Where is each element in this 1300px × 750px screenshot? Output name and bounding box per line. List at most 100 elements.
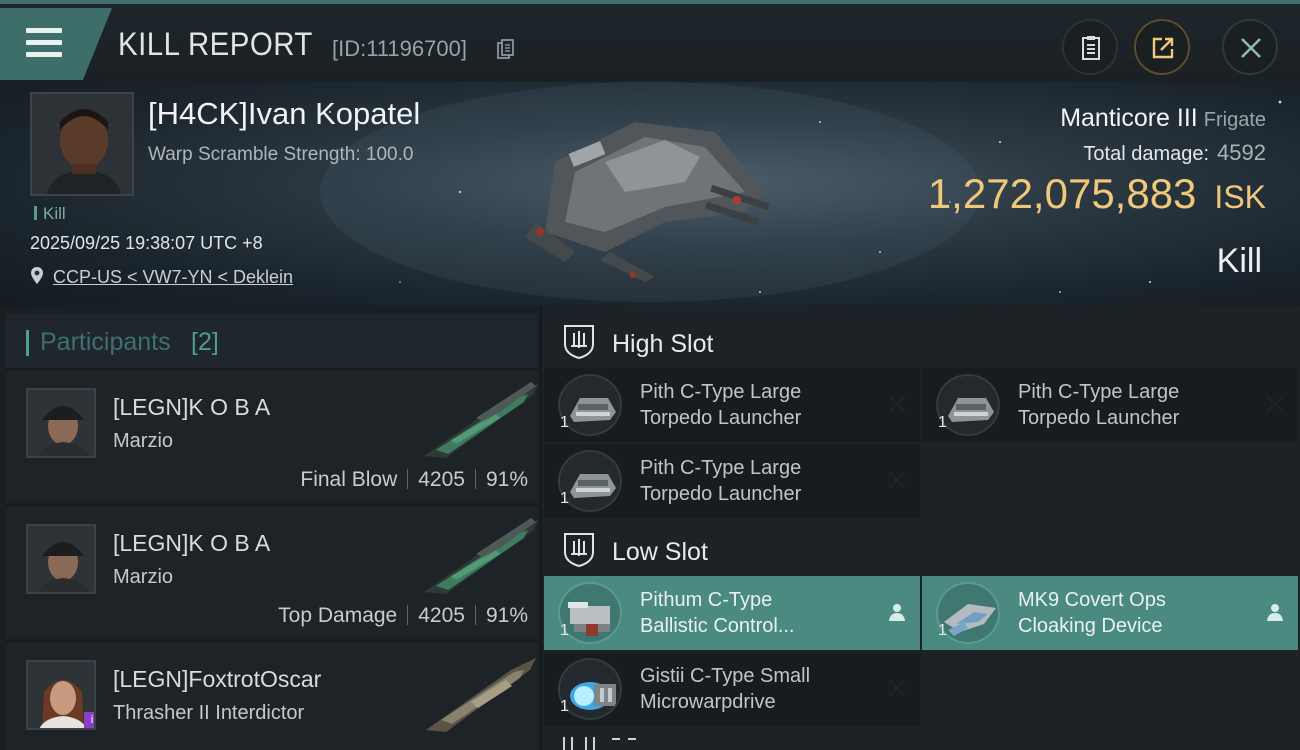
participant-ship: Thrasher II Interdictor [113, 702, 305, 724]
module-quantity: 1 [938, 414, 947, 431]
module-name: Gistii C-Type Small Microwarpdrive [640, 663, 880, 715]
notes-button[interactable] [1062, 19, 1118, 75]
share-button[interactable] [1134, 19, 1190, 75]
avatar [26, 524, 96, 594]
avatar [32, 94, 132, 194]
victim-ship-image [525, 122, 770, 282]
participant-role: Final Blow [300, 468, 398, 491]
module-name-line2: Torpedo Launcher [640, 407, 802, 429]
victim-ship-name[interactable]: Manticore III Frigate [1060, 104, 1266, 133]
low-slot-label: Low Slot [612, 538, 708, 566]
participants-panel: Participants [2] [LEGN]K O B A Marzio Fi… [0, 306, 540, 750]
participant-card[interactable]: [LEGN]K O B A Marzio Top Damage 4205 91% [6, 504, 538, 638]
divider [407, 605, 409, 625]
isk-amount: 1,272,075,883 [927, 170, 1197, 217]
module-name-line1: Pith C-Type Large [640, 381, 802, 403]
avatar: i [26, 660, 96, 730]
isk-value: 1,272,075,883 ISK [928, 170, 1266, 218]
participant-damage: 4205 [418, 604, 465, 627]
module-quantity: 1 [560, 622, 569, 639]
module-name-line2: Cloaking Device [1018, 615, 1163, 637]
divider [474, 469, 476, 489]
total-damage: Total damage: 4592 [1083, 140, 1266, 166]
module-name: Pith C-Type Large Torpedo Launcher [640, 379, 880, 431]
module-item[interactable]: 1 Pith C-Type Large Torpedo Launcher [544, 444, 920, 518]
victim-banner: [H4CK]Ivan Kopatel Warp Scramble Strengt… [0, 82, 1300, 306]
fitting-panel: High Slot 1 Pith C-Type Large Torpedo Lau… [542, 306, 1300, 750]
module-item[interactable]: 1 Pithum C-Type Ballistic Control... [544, 576, 920, 650]
divider [474, 605, 476, 625]
dropped-person-icon [1267, 604, 1283, 621]
participant-ship-image [426, 658, 536, 732]
top-bar: KILL REPORT [ID:11196700] [0, 0, 1300, 82]
destroyed-x-icon [1266, 395, 1284, 413]
destroyed-x-icon [888, 395, 906, 413]
module-name-line1: Pithum C-Type [640, 589, 773, 611]
dropped-person-icon [889, 604, 905, 621]
module-item[interactable]: 1 Pith C-Type Large Torpedo Launcher [544, 368, 920, 442]
low-slot-icon [564, 533, 594, 568]
module-item[interactable]: 1 Gistii C-Type Small Microwarpdrive [544, 652, 920, 726]
module-item[interactable]: 1 Pith C-Type Large Torpedo Launcher [922, 368, 1298, 442]
victim-portrait[interactable] [30, 92, 134, 196]
module-quantity: 1 [560, 414, 569, 431]
high-slot-icon [564, 325, 594, 360]
participant-stats: Final Blow 4205 91% [300, 468, 528, 492]
participant-role: Top Damage [278, 604, 398, 627]
location-pin-icon [31, 267, 43, 284]
isk-unit: ISK [1214, 179, 1266, 215]
total-damage-value: 4592 [1217, 140, 1266, 165]
clipboard-icon [1082, 36, 1100, 60]
close-icon [1241, 38, 1261, 58]
total-damage-label: Total damage: [1083, 143, 1210, 165]
high-slot-header: High Slot [542, 310, 1300, 372]
module-name-line1: MK9 Covert Ops [1018, 589, 1166, 611]
module-name-line2: Torpedo Launcher [640, 483, 802, 505]
low-slot-header: Low Slot [542, 518, 1300, 580]
avatar [26, 388, 96, 458]
participants-count: [2] [191, 328, 219, 356]
report-id: [ID:11196700] [332, 36, 467, 61]
participant-card[interactable]: [LEGN]K O B A Marzio Final Blow 4205 91% [6, 368, 538, 502]
destroyed-x-icon [888, 471, 906, 489]
kill-datetime: 2025/09/25 19:38:07 UTC +8 [30, 233, 263, 253]
menu-icon-bar [26, 40, 62, 45]
module-name: MK9 Covert Ops Cloaking Device [1018, 587, 1258, 639]
participant-name: [LEGN]K O B A [113, 394, 271, 420]
participants-header[interactable]: Participants [2] [6, 314, 538, 370]
participant-name: [LEGN]FoxtrotOscar [113, 666, 322, 692]
next-slot-header-partial [563, 737, 636, 750]
participant-card[interactable]: i [LEGN]FoxtrotOscar Thrasher II Interdi… [6, 640, 538, 750]
module-item[interactable]: 1 MK9 Covert Ops Cloaking Device [922, 576, 1298, 650]
participant-stats: Top Damage 4205 91% [278, 604, 528, 628]
module-name-line2: Ballistic Control... [640, 615, 795, 637]
module-quantity: 1 [938, 622, 947, 639]
participant-percent: 91% [485, 468, 528, 491]
participant-name: [LEGN]K O B A [113, 530, 271, 556]
destroyed-x-icon [888, 679, 906, 697]
participant-percent: 91% [485, 604, 528, 627]
menu-button[interactable] [0, 8, 112, 80]
share-icon [1152, 37, 1174, 59]
participant-ship: Marzio [113, 566, 174, 588]
ship-type: Manticore III [1060, 104, 1198, 132]
kill-tag: Kill [34, 204, 66, 224]
participants-title: Participants [40, 328, 171, 356]
high-slot-label: High Slot [612, 330, 714, 358]
module-name: Pith C-Type Large Torpedo Launcher [1018, 379, 1258, 431]
menu-icon-bar [26, 52, 62, 57]
module-name-line1: Pith C-Type Large [1018, 381, 1180, 403]
participant-ship: Marzio [113, 430, 174, 452]
info-badge-icon: i [84, 712, 94, 728]
module-quantity: 1 [560, 698, 569, 715]
result-label: Kill [1216, 242, 1262, 280]
copy-icon[interactable] [497, 39, 514, 59]
location-link[interactable]: CCP-US < VW7-YN < Deklein [53, 267, 293, 288]
module-quantity: 1 [560, 490, 569, 507]
module-name-line1: Gistii C-Type Small [640, 665, 811, 687]
module-name-line2: Microwarpdrive [640, 691, 776, 713]
close-button[interactable] [1222, 19, 1278, 75]
victim-name[interactable]: [H4CK]Ivan Kopatel [148, 96, 420, 132]
module-name: Pith C-Type Large Torpedo Launcher [640, 455, 880, 507]
participant-ship-image [424, 382, 538, 458]
